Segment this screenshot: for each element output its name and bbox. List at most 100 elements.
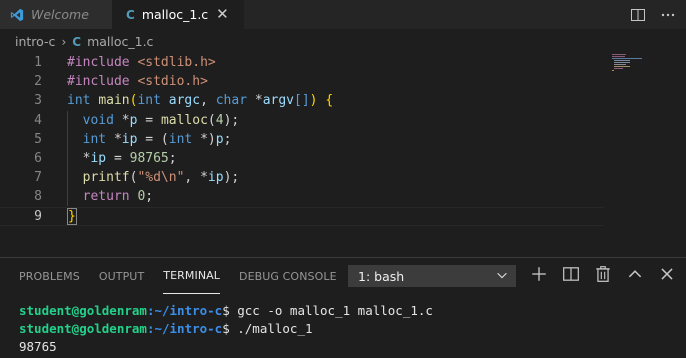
tab-welcome-label: Welcome <box>31 7 89 22</box>
code-token: int <box>168 131 201 147</box>
code-token: ; <box>145 189 154 205</box>
terminal-command: $ gcc -o malloc_1 malloc_1.c <box>222 303 433 318</box>
code-token: 98765 <box>129 151 169 166</box>
terminal-line: 98765 <box>19 338 433 356</box>
tab-actions <box>630 0 676 29</box>
panel-tabs: PROBLEMS OUTPUT TERMINAL DEBUG CONSOLE <box>0 258 337 294</box>
close-panel-icon[interactable] <box>658 265 676 283</box>
line-number: 9 <box>34 208 42 224</box>
code-text: #include <stdio.h> <box>67 74 208 89</box>
code-text: int *ip = (int *)p; <box>67 131 232 147</box>
c-file-icon: C <box>72 34 82 49</box>
close-icon[interactable]: ✕ <box>216 7 229 22</box>
code-token: printf <box>82 170 130 186</box>
line-number: 1 <box>34 55 42 70</box>
code-text: void *p = malloc(4); <box>67 112 240 128</box>
prompt-user: student@goldenram <box>19 321 147 336</box>
chevron-down-icon <box>497 272 507 279</box>
breadcrumb-folder[interactable]: intro-c <box>15 34 55 49</box>
editor-tab-bar: Welcome C malloc_1.c ✕ <box>0 0 686 29</box>
code-line[interactable]: 7 printf("%d\n", *ip); <box>0 168 604 187</box>
breadcrumb-file[interactable]: malloc_1.c <box>87 34 153 49</box>
code-token: ); <box>223 170 240 186</box>
code-text: printf("%d\n", *ip); <box>67 170 240 186</box>
terminal-output-text: 98765 <box>19 339 57 354</box>
maximize-panel-icon[interactable] <box>626 265 644 283</box>
code-token: = <box>106 151 130 166</box>
code-token: { <box>325 93 334 109</box>
code-line[interactable]: 3 int main(int argc, char *argv[]) { <box>0 91 604 110</box>
split-editor-icon[interactable] <box>630 7 646 23</box>
code-line[interactable]: 9} <box>0 206 604 226</box>
breadcrumb: intro-c › C malloc_1.c <box>0 29 686 54</box>
line-number: 4 <box>34 112 42 128</box>
code-text: int main(int argc, char *argv[]) { <box>67 93 333 108</box>
terminal-line: student@goldenram:~/intro-c$ gcc -o mall… <box>19 302 433 320</box>
code-line[interactable]: 2 #include <stdio.h> <box>0 72 604 91</box>
code-token: <stdlib.h> <box>137 55 216 70</box>
code-token: ); <box>223 112 240 128</box>
tab-welcome[interactable]: Welcome <box>0 0 112 29</box>
trash-icon[interactable] <box>594 265 612 283</box>
code-token: ( <box>207 112 216 128</box>
code-token: void <box>82 112 122 128</box>
tab-debug-console[interactable]: DEBUG CONSOLE <box>239 258 337 294</box>
code-text: } <box>67 207 77 225</box>
prompt-path: :~/intro-c <box>146 303 223 318</box>
terminal-select[interactable]: 1: bash <box>348 265 516 287</box>
code-token: = ( <box>137 131 169 147</box>
terminal-select-value: 1: bash <box>358 268 405 284</box>
c-file-icon: C <box>126 7 135 22</box>
code-token: argc <box>168 93 201 109</box>
code-token: , <box>200 93 216 109</box>
line-number: 8 <box>34 189 42 205</box>
code-token: int <box>137 93 169 109</box>
tab-malloc[interactable]: C malloc_1.c ✕ <box>112 0 244 29</box>
code-token: "%d\n" <box>137 170 185 186</box>
code-token: main <box>98 93 130 109</box>
code-token: * <box>121 112 130 128</box>
code-token: char <box>215 93 255 109</box>
tab-malloc-label: malloc_1.c <box>141 7 209 22</box>
code-token: *) <box>200 131 216 147</box>
terminal-command: $ ./malloc_1 <box>222 321 313 336</box>
code-text: *ip = 98765; <box>67 151 177 166</box>
chevron-right-icon: › <box>61 34 67 49</box>
code-line[interactable]: 1 #include <stdlib.h> <box>0 53 604 72</box>
code-token: argv <box>262 93 295 109</box>
line-number: 7 <box>34 170 42 186</box>
terminal-line: student@goldenram:~/intro-c$ ./malloc_1 <box>19 320 433 338</box>
code-token: #include <box>67 55 138 70</box>
code-text: return 0; <box>67 189 153 204</box>
tab-terminal[interactable]: TERMINAL <box>163 258 221 294</box>
code-token: ip <box>121 131 138 147</box>
code-editor[interactable]: 1 #include <stdlib.h> 2 #include <stdio.h> 3… <box>0 53 686 251</box>
code-token: 4 <box>215 112 224 128</box>
code-token: * <box>67 151 91 166</box>
code-token: return <box>82 189 138 205</box>
code-token: ; <box>223 131 232 147</box>
code-line[interactable]: 5 int *ip = (int *)p; <box>0 130 604 149</box>
terminal-output[interactable]: student@goldenram:~/intro-c$ gcc -o mall… <box>19 302 433 358</box>
prompt-user: student@goldenram <box>19 303 147 318</box>
tab-output[interactable]: OUTPUT <box>99 258 144 294</box>
code-text: #include <stdlib.h> <box>67 55 216 70</box>
add-terminal-icon[interactable] <box>530 265 548 283</box>
code-token: * <box>113 131 122 147</box>
code-token: = <box>137 112 161 128</box>
code-line[interactable]: 8 return 0; <box>0 187 604 206</box>
tab-problems[interactable]: PROBLEMS <box>19 258 80 294</box>
panel-actions <box>530 265 676 283</box>
more-actions-icon[interactable] <box>660 7 676 23</box>
code-line[interactable]: 6 *ip = 98765; <box>0 149 604 168</box>
code-line[interactable]: 4 void *p = malloc(4); <box>0 111 604 130</box>
code-token: int <box>82 131 114 147</box>
minimap[interactable] <box>612 53 652 83</box>
code-token: , * <box>184 170 208 186</box>
code-token: } <box>67 207 77 225</box>
code-token: malloc <box>160 112 208 128</box>
split-terminal-icon[interactable] <box>562 265 580 283</box>
